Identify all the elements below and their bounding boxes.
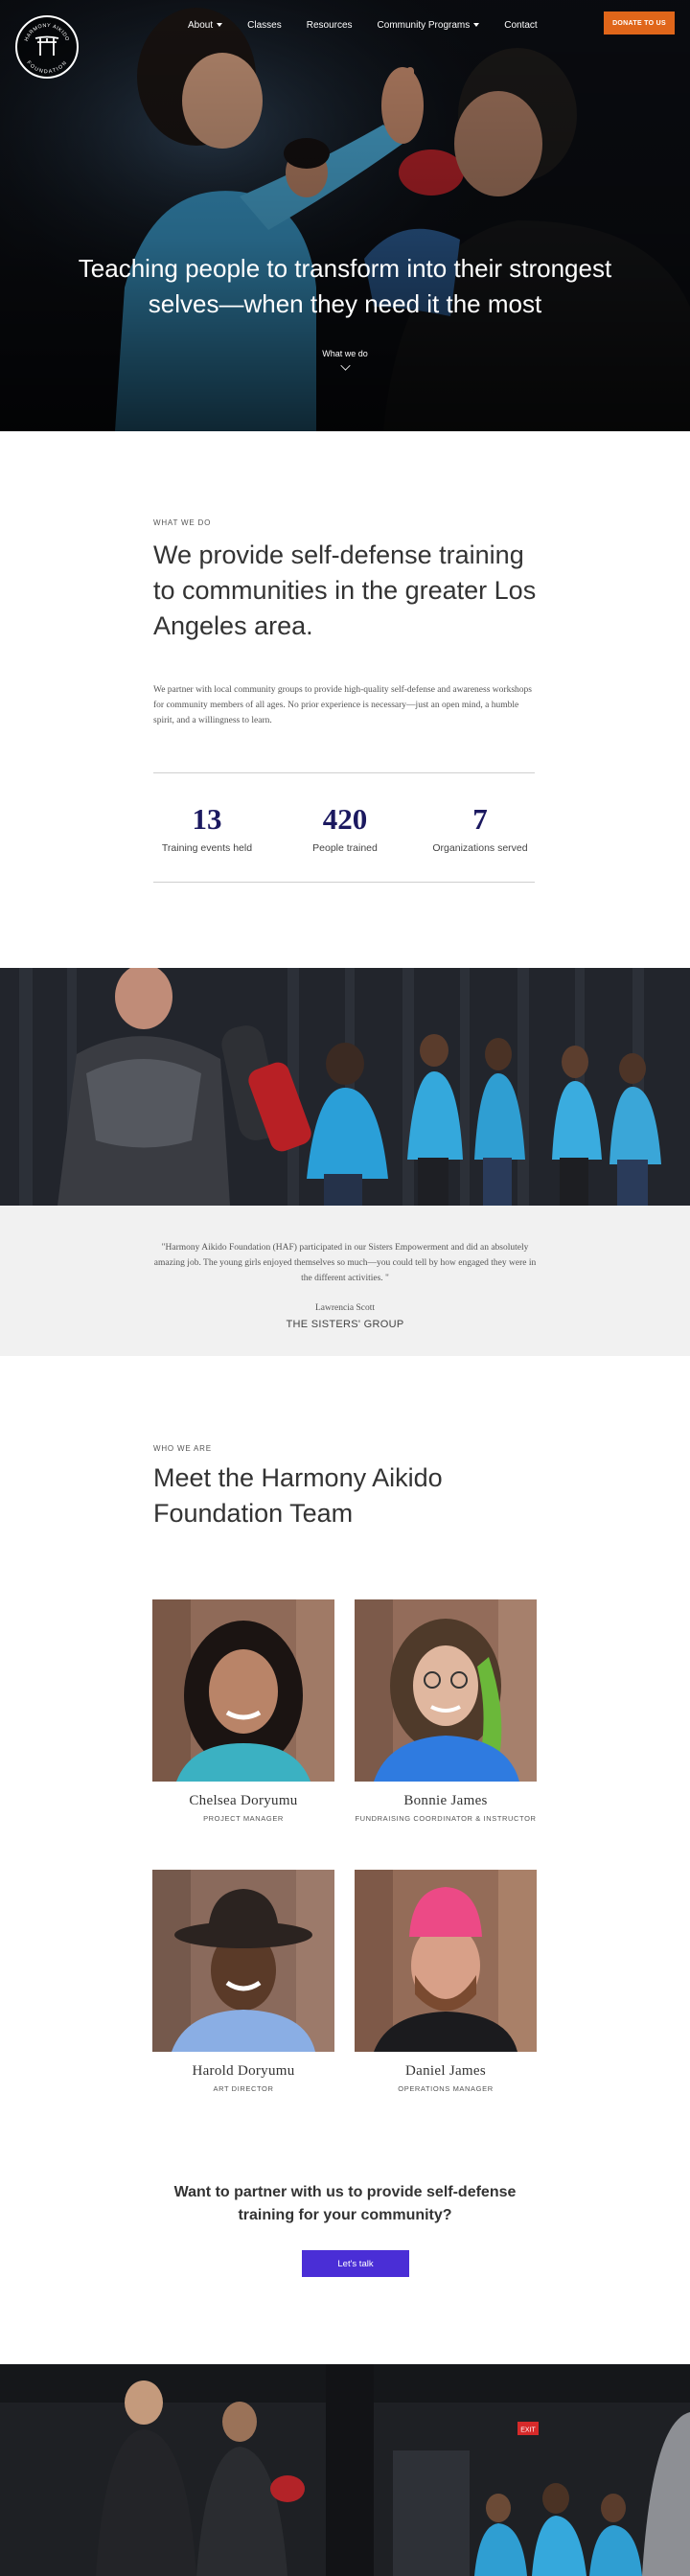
stat-value: 420 — [322, 802, 368, 836]
what-we-do-heading: We provide self-defense training to comm… — [153, 540, 537, 640]
member-name: Harold Doryumu — [192, 2063, 295, 2079]
caret-down-icon — [473, 23, 480, 27]
testimonial-author: Lawrencia Scott — [315, 1303, 375, 1313]
nav-item-label: Classes — [247, 19, 282, 31]
member-photo — [355, 1870, 537, 2052]
hero-title: Teaching people to transform into their … — [78, 254, 612, 318]
workshop-group-photo — [0, 968, 690, 1206]
donate-button[interactable]: DONATE TO US — [604, 12, 675, 34]
member-role: OPERATIONS MANAGER — [398, 2084, 494, 2093]
testimonial-quote: "Harmony Aikido Foundation (HAF) partici… — [153, 1243, 537, 1283]
main-nav: About Classes Resources Community Progra… — [188, 16, 563, 34]
lets-talk-button[interactable]: Let's talk — [302, 2250, 409, 2277]
exit-sign-text: EXIT — [520, 2427, 536, 2434]
testimonial-section: "Harmony Aikido Foundation (HAF) partici… — [0, 1206, 690, 1356]
class-in-action-photo: EXIT — [0, 2364, 690, 2576]
logo-text-bottom: FOUNDATION — [25, 60, 67, 76]
divider-bottom — [153, 882, 535, 883]
team-heading: Meet the Harmony Aikido Foundation Team — [153, 1463, 443, 1528]
stat-people-trained: 420 People trained — [283, 802, 407, 854]
nav-item-label: Contact — [504, 19, 538, 31]
member-name: Chelsea Doryumu — [189, 1793, 298, 1808]
nav-item-resources[interactable]: Resources — [307, 16, 353, 34]
team-card-daniel: Daniel James OPERATIONS MANAGER — [355, 1870, 537, 2093]
stat-value: 13 — [192, 802, 222, 836]
stat-label: Organizations served — [432, 842, 528, 854]
nav-item-about[interactable]: About — [188, 16, 223, 34]
nav-item-label: Community Programs — [377, 19, 471, 31]
stat-label: Training events held — [161, 842, 253, 854]
partner-heading: Want to partner with us to provide self-… — [173, 2184, 517, 2223]
team-card-bonnie: Bonnie James FUNDRAISING COORDINATOR & I… — [355, 1599, 537, 1823]
member-name: Bonnie James — [403, 1793, 488, 1808]
nav-item-classes[interactable]: Classes — [247, 16, 282, 34]
member-photo — [355, 1599, 537, 1782]
svg-text:FOUNDATION: FOUNDATION — [25, 60, 68, 76]
stat-label: People trained — [312, 842, 378, 854]
what-we-do-label: What we do — [322, 349, 368, 358]
team-card-harold: Harold Doryumu ART DIRECTOR — [152, 1870, 334, 2093]
team-card-chelsea: Chelsea Doryumu PROJECT MANAGER — [152, 1599, 334, 1823]
member-role: PROJECT MANAGER — [203, 1814, 284, 1823]
testimonial-organization: THE SISTERS' GROUP — [286, 1319, 404, 1330]
member-name: Daniel James — [405, 2063, 486, 2079]
who-we-are-eyebrow: WHO WE ARE — [153, 1444, 212, 1453]
nav-item-label: About — [188, 19, 214, 31]
stat-training-events: 13 Training events held — [145, 802, 269, 854]
what-we-do-link[interactable]: What we do — [297, 349, 393, 371]
divider-top — [153, 772, 535, 773]
nav-item-label: Resources — [306, 19, 353, 31]
chevron-down-icon — [339, 360, 351, 371]
nav-item-contact[interactable]: Contact — [504, 16, 537, 34]
torii-gate-icon — [34, 35, 59, 56]
stat-value: 7 — [472, 802, 488, 836]
member-photo — [152, 1599, 334, 1782]
what-we-do-eyebrow: WHAT WE DO — [153, 518, 212, 527]
what-we-do-body: We partner with local community groups t… — [153, 685, 532, 725]
foundation-logo[interactable]: HARMONY AIKIDO FOUNDATION — [15, 15, 79, 79]
member-role: ART DIRECTOR — [213, 2084, 274, 2093]
member-role: FUNDRAISING COORDINATOR & INSTRUCTOR — [355, 1814, 537, 1823]
member-photo — [152, 1870, 334, 2052]
caret-down-icon — [217, 23, 223, 27]
hero-section: HARMONY AIKIDO FOUNDATION About Classes … — [0, 0, 690, 431]
stat-organizations-served: 7 Organizations served — [418, 802, 542, 854]
nav-item-community-programs[interactable]: Community Programs — [378, 16, 480, 34]
